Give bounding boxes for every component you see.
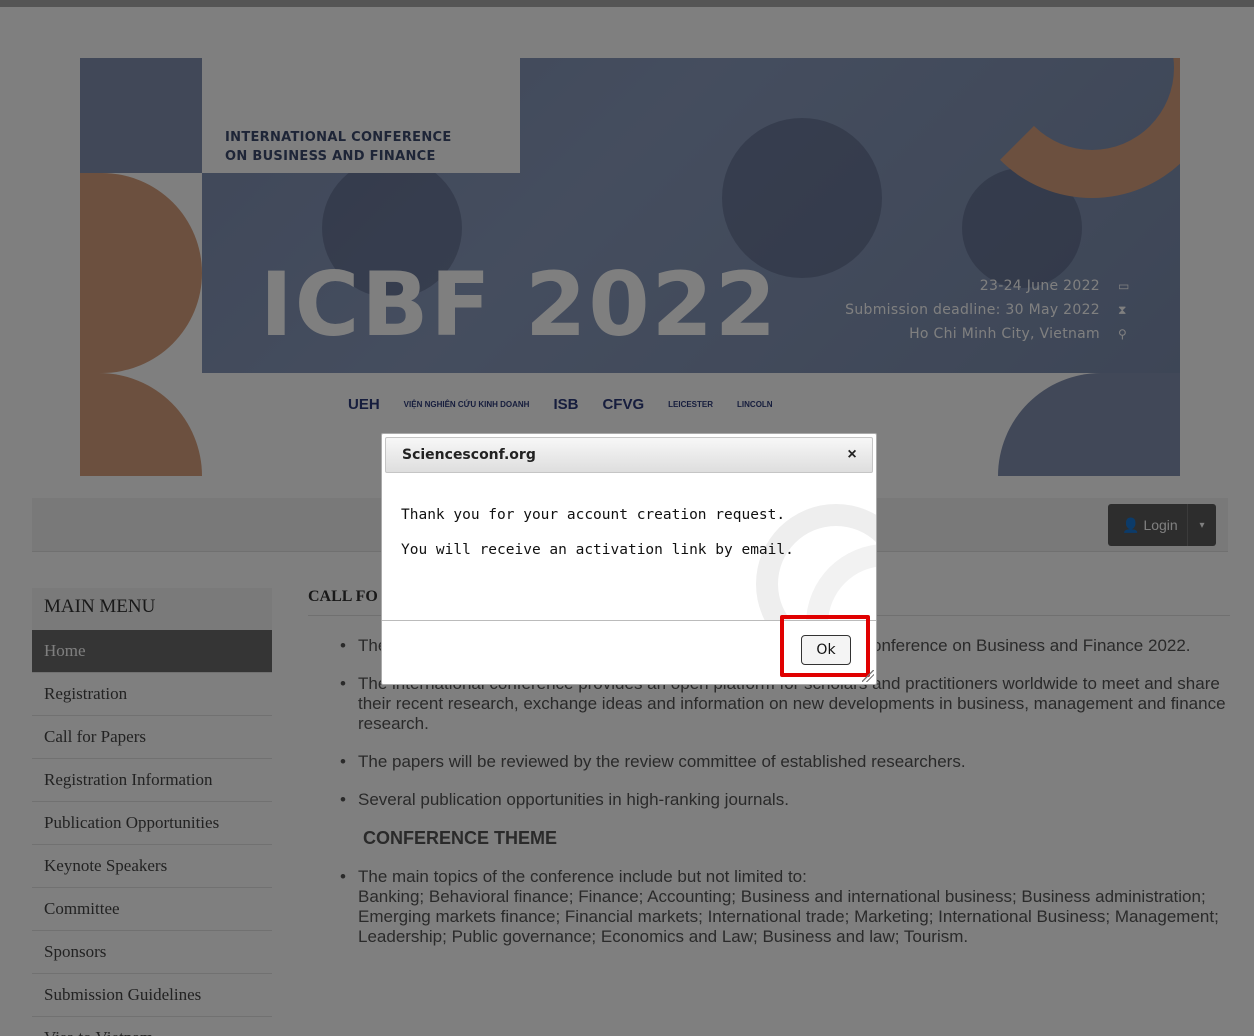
resize-handle[interactable]	[862, 670, 874, 682]
dialog-message: Thank you for your account creation requ…	[401, 507, 786, 523]
top-bar	[0, 0, 1254, 7]
dialog-body: Thank you for your account creation requ…	[382, 474, 876, 620]
dialog-header[interactable]: Sciencesconf.org ×	[385, 437, 873, 473]
dialog-message: You will receive an activation link by e…	[401, 542, 794, 558]
confirmation-dialog: Sciencesconf.org × Thank you for your ac…	[381, 433, 877, 685]
close-icon[interactable]: ×	[842, 445, 862, 465]
dialog-title: Sciencesconf.org	[402, 447, 536, 463]
dialog-footer: Ok	[382, 615, 876, 684]
ok-button[interactable]: Ok	[801, 635, 851, 665]
